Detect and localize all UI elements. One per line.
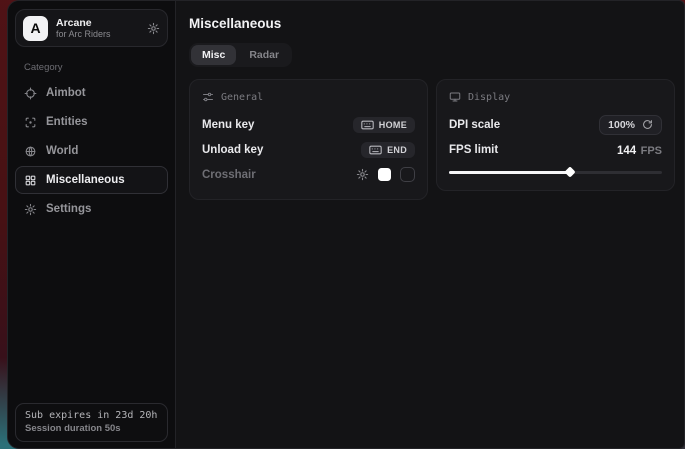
display-panel-header: Display xyxy=(449,91,662,103)
gear-icon xyxy=(24,203,37,216)
sidebar-item-settings[interactable]: Settings xyxy=(15,195,168,223)
unload-key-row: Unload key END xyxy=(202,137,415,162)
unload-key-label: Unload key xyxy=(202,144,263,156)
crosshair-icon xyxy=(24,87,37,100)
sub-expiry-text: Sub expires in 23d 20h xyxy=(25,409,158,423)
sidebar-item-label: Settings xyxy=(46,203,91,215)
crosshair-color-swatch[interactable] xyxy=(378,168,391,181)
fps-limit-unit: FPS xyxy=(641,145,662,157)
category-label: Category xyxy=(24,62,168,73)
grid-icon xyxy=(24,174,37,187)
dpi-scale-select[interactable]: 100% xyxy=(599,115,662,135)
menu-key-value: HOME xyxy=(379,120,407,130)
session-duration-text: Session duration 50s xyxy=(25,423,158,435)
sidebar-item-label: Miscellaneous xyxy=(46,174,125,186)
sidebar-item-miscellaneous[interactable]: Miscellaneous xyxy=(15,166,168,194)
dpi-scale-row: DPI scale 100% xyxy=(449,112,662,137)
fps-limit-value: 144 xyxy=(617,145,636,157)
brand-card: A Arcane for Arc Riders xyxy=(15,9,168,47)
brand-logo: A xyxy=(23,16,48,41)
sidebar-item-world[interactable]: World xyxy=(15,137,168,165)
display-panel-title: Display xyxy=(468,92,510,103)
fps-limit-label: FPS limit xyxy=(449,144,498,156)
tab-radar[interactable]: Radar xyxy=(238,45,290,65)
refresh-icon xyxy=(642,119,653,130)
brand-title: Arcane xyxy=(56,17,139,29)
crosshair-controls xyxy=(356,167,415,182)
tab-bar: Misc Radar xyxy=(189,43,292,67)
general-panel: General Menu key HOME Unload key xyxy=(189,79,428,200)
brand-text: Arcane for Arc Riders xyxy=(56,17,139,40)
app-window: A Arcane for Arc Riders Category Aimbot xyxy=(7,0,685,449)
crosshair-label: Crosshair xyxy=(202,169,256,181)
slider-thumb[interactable] xyxy=(565,166,576,177)
unload-key-value: END xyxy=(387,145,407,155)
sidebar-item-label: World xyxy=(46,145,78,157)
menu-key-label: Menu key xyxy=(202,119,254,131)
general-panel-title: General xyxy=(221,92,263,103)
keyboard-icon xyxy=(369,145,382,155)
subscription-info-card: Sub expires in 23d 20h Session duration … xyxy=(15,403,168,442)
unload-key-bind-button[interactable]: END xyxy=(361,142,415,158)
globe-icon xyxy=(24,145,37,158)
tab-misc[interactable]: Misc xyxy=(191,45,236,65)
sidebar-item-aimbot[interactable]: Aimbot xyxy=(15,79,168,107)
keyboard-icon xyxy=(361,120,374,130)
fps-limit-value-group: 144 FPS xyxy=(617,141,662,159)
dpi-scale-label: DPI scale xyxy=(449,119,500,131)
crosshair-checkbox[interactable] xyxy=(400,167,415,182)
menu-key-bind-button[interactable]: HOME xyxy=(353,117,415,133)
crosshair-row: Crosshair xyxy=(202,162,415,187)
fps-limit-row: FPS limit 144 FPS xyxy=(449,137,662,162)
panels-row: General Menu key HOME Unload key xyxy=(189,79,675,200)
crosshair-settings-gear-icon[interactable] xyxy=(356,168,369,181)
menu-key-row: Menu key HOME xyxy=(202,112,415,137)
sliders-icon xyxy=(202,91,214,103)
general-panel-header: General xyxy=(202,91,415,103)
sidebar-item-entities[interactable]: Entities xyxy=(15,108,168,136)
monitor-icon xyxy=(449,91,461,103)
page-title: Miscellaneous xyxy=(189,16,675,31)
sidebar: A Arcane for Arc Riders Category Aimbot xyxy=(8,1,176,448)
fps-slider-fill xyxy=(449,171,570,174)
fps-limit-slider[interactable] xyxy=(449,166,662,178)
sidebar-item-label: Aimbot xyxy=(46,87,86,99)
display-panel: Display DPI scale 100% FPS limit xyxy=(436,79,675,191)
main-content: Miscellaneous Misc Radar General Menu ke… xyxy=(176,1,685,448)
dpi-scale-value: 100% xyxy=(608,119,635,131)
sidebar-item-label: Entities xyxy=(46,116,88,128)
brand-subtitle: for Arc Riders xyxy=(56,29,139,40)
gear-icon[interactable] xyxy=(147,22,160,35)
scan-icon xyxy=(24,116,37,129)
